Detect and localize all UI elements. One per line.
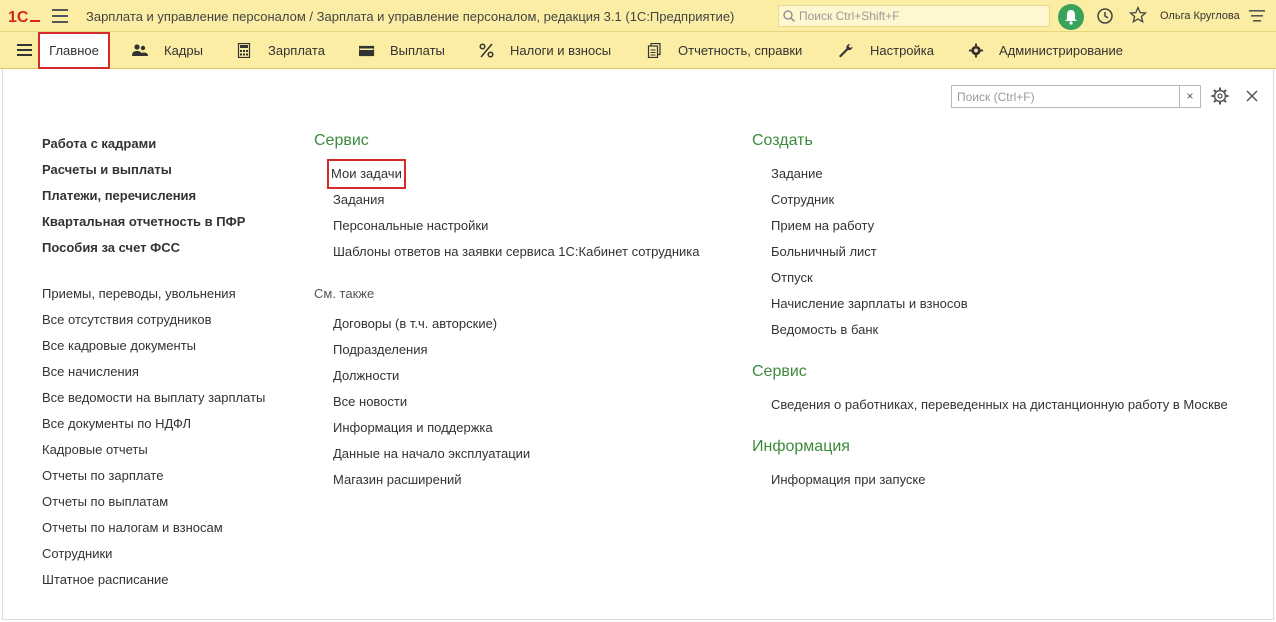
left-link[interactable]: Приемы, переводы, увольнения: [42, 281, 265, 307]
section-hr-label: Кадры: [164, 43, 203, 58]
link-create-task[interactable]: Задание: [771, 164, 823, 184]
left-group-link[interactable]: Пособия за счет ФСС: [42, 235, 265, 261]
link-tasks[interactable]: Задания: [333, 190, 384, 210]
people-icon: [132, 44, 148, 56]
left-link[interactable]: Сотрудники: [42, 541, 265, 567]
link-create-hiring[interactable]: Прием на работу: [771, 216, 874, 236]
gear-icon: [968, 43, 984, 58]
gear-icon[interactable]: [1211, 87, 1229, 105]
group-title-service: Сервис: [314, 132, 369, 149]
left-link[interactable]: Все отсутствия сотрудников: [42, 307, 265, 333]
left-group-link[interactable]: Квартальная отчетность в ПФР: [42, 209, 265, 235]
link-create-sick-leave[interactable]: Больничный лист: [771, 242, 877, 262]
sections-menu-icon[interactable]: [17, 44, 32, 57]
link-reply-templates[interactable]: Шаблоны ответов на заявки сервиса 1С:Каб…: [333, 242, 700, 262]
left-link[interactable]: Отчеты по налогам и взносам: [42, 515, 265, 541]
section-reports-label: Отчетность, справки: [678, 43, 803, 58]
link-departments[interactable]: Подразделения: [333, 340, 428, 360]
link-positions[interactable]: Должности: [333, 366, 399, 386]
group-title-service-2: Сервис: [752, 363, 807, 380]
section-bar: Главное Кадры Зарплата Выплаты Налоги и …: [0, 32, 1276, 69]
section-taxes-label: Налоги и взносы: [510, 43, 612, 58]
content-search-placeholder: Поиск (Ctrl+F): [957, 90, 1035, 104]
left-link[interactable]: Все начисления: [42, 359, 265, 385]
left-group-link[interactable]: Расчеты и выплаты: [42, 157, 265, 183]
section-settings-label: Настройка: [870, 43, 934, 58]
link-remote-workers[interactable]: Сведения о работниках, переведенных на д…: [771, 395, 1228, 415]
section-salary-label: Зарплата: [268, 43, 325, 58]
link-create-vacation[interactable]: Отпуск: [771, 268, 813, 288]
search-icon: [783, 10, 795, 22]
link-personal-settings[interactable]: Персональные настройки: [333, 216, 488, 236]
link-news[interactable]: Все новости: [333, 392, 407, 412]
percent-icon: [479, 43, 494, 58]
main-content: Поиск (Ctrl+F) × Работа с кадрами Расчет…: [2, 69, 1274, 620]
wrench-icon: [839, 44, 853, 58]
left-link[interactable]: Штатное расписание: [42, 567, 265, 593]
link-my-tasks[interactable]: Мои задачи: [327, 159, 406, 189]
group-title-see-also: См. также: [314, 286, 375, 301]
group-title-info: Информация: [752, 438, 850, 455]
link-extensions-store[interactable]: Магазин расширений: [333, 470, 462, 490]
svg-text:1С: 1С: [8, 9, 29, 25]
group-title-create: Создать: [752, 132, 813, 149]
left-column: Работа с кадрами Расчеты и выплаты Плате…: [42, 131, 265, 593]
close-icon[interactable]: [1245, 89, 1259, 103]
main-menu-icon[interactable]: [52, 9, 68, 23]
section-main[interactable]: Главное: [38, 32, 110, 69]
global-search-placeholder: Поиск Ctrl+Shift+F: [799, 9, 900, 23]
favorites-star-icon[interactable]: [1129, 6, 1147, 24]
title-bar: 1С Зарплата и управление персоналом / За…: [0, 0, 1276, 32]
link-startup-info[interactable]: Информация при запуске: [771, 470, 926, 490]
link-create-payroll[interactable]: Начисление зарплаты и взносов: [771, 294, 968, 314]
link-create-employee[interactable]: Сотрудник: [771, 190, 834, 210]
left-group-link[interactable]: Платежи, перечисления: [42, 183, 265, 209]
section-payments-label: Выплаты: [390, 43, 445, 58]
link-create-bank-statement[interactable]: Ведомость в банк: [771, 320, 878, 340]
history-icon[interactable]: [1096, 7, 1114, 25]
documents-icon: [647, 43, 661, 58]
clear-search-button[interactable]: ×: [1179, 86, 1200, 107]
notifications-button[interactable]: [1058, 4, 1084, 30]
bell-icon: [1065, 10, 1077, 25]
calculator-icon: [237, 43, 251, 58]
1c-logo: 1С: [8, 9, 40, 25]
section-main-label: Главное: [49, 43, 99, 58]
settings-lines-icon[interactable]: [1249, 9, 1265, 23]
link-initial-data[interactable]: Данные на начало эксплуатации: [333, 444, 530, 464]
section-admin-label: Администрирование: [999, 43, 1123, 58]
window-title: Зарплата и управление персоналом / Зарпл…: [86, 9, 735, 24]
wallet-icon: [359, 45, 375, 57]
link-contracts[interactable]: Договоры (в т.ч. авторские): [333, 314, 497, 334]
left-link[interactable]: Отчеты по зарплате: [42, 463, 265, 489]
user-name[interactable]: Ольга Круглова: [1160, 10, 1240, 22]
left-link[interactable]: Все документы по НДФЛ: [42, 411, 265, 437]
left-spacer: [42, 261, 265, 281]
left-link[interactable]: Кадровые отчеты: [42, 437, 265, 463]
left-link[interactable]: Все кадровые документы: [42, 333, 265, 359]
left-link[interactable]: Все ведомости на выплату зарплаты: [42, 385, 265, 411]
link-info-support[interactable]: Информация и поддержка: [333, 418, 493, 438]
global-search-input[interactable]: Поиск Ctrl+Shift+F: [778, 5, 1050, 27]
content-search-input[interactable]: Поиск (Ctrl+F) ×: [951, 85, 1201, 108]
left-link[interactable]: Отчеты по выплатам: [42, 489, 265, 515]
left-group-link[interactable]: Работа с кадрами: [42, 131, 265, 157]
